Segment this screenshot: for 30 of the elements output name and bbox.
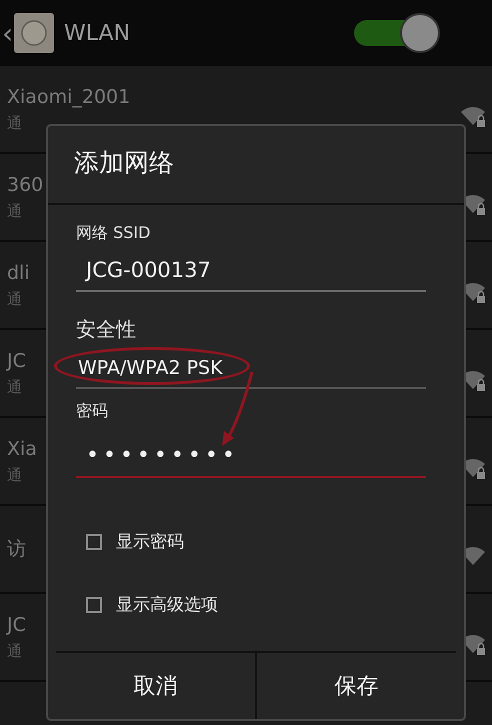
network-name: JC bbox=[7, 614, 26, 636]
wlan-toggle[interactable] bbox=[354, 13, 440, 53]
network-security: 通 bbox=[7, 642, 22, 660]
checkbox-label: 显示高级选项 bbox=[116, 594, 218, 616]
ssid-field[interactable]: JCG-000137 bbox=[76, 248, 426, 292]
security-dropdown[interactable]: WPA/WPA2 PSK bbox=[76, 349, 426, 389]
dialog-title: 添加网络 bbox=[48, 126, 464, 205]
save-button[interactable]: 保存 bbox=[255, 653, 456, 719]
network-name: JC bbox=[7, 350, 26, 372]
network-security: 通 bbox=[7, 114, 22, 132]
field-label: 网络 SSID bbox=[76, 223, 150, 244]
network-security: 通 bbox=[7, 378, 22, 396]
network-security: 通 bbox=[7, 466, 22, 484]
network-name: 360 bbox=[7, 174, 44, 196]
cancel-button[interactable]: 取消 bbox=[56, 653, 255, 719]
screen-title: WLAN bbox=[64, 20, 130, 46]
network-name: dli bbox=[7, 262, 30, 284]
network-name: 访 bbox=[7, 537, 26, 562]
checkbox-label: 显示密码 bbox=[116, 531, 184, 553]
field-label: 安全性 bbox=[76, 316, 136, 343]
settings-icon bbox=[14, 13, 54, 53]
checkbox[interactable] bbox=[86, 534, 102, 550]
field-label: 密码 bbox=[76, 401, 108, 422]
network-security: 通 bbox=[7, 202, 22, 220]
network-security: 通 bbox=[7, 290, 22, 308]
password-field[interactable]: ••••••••• bbox=[76, 434, 426, 478]
network-name: Xiaomi_2001 bbox=[7, 86, 130, 108]
network-name: Xia bbox=[7, 438, 37, 460]
back-button[interactable]: ‹ bbox=[2, 16, 12, 50]
checkbox[interactable] bbox=[86, 596, 102, 612]
